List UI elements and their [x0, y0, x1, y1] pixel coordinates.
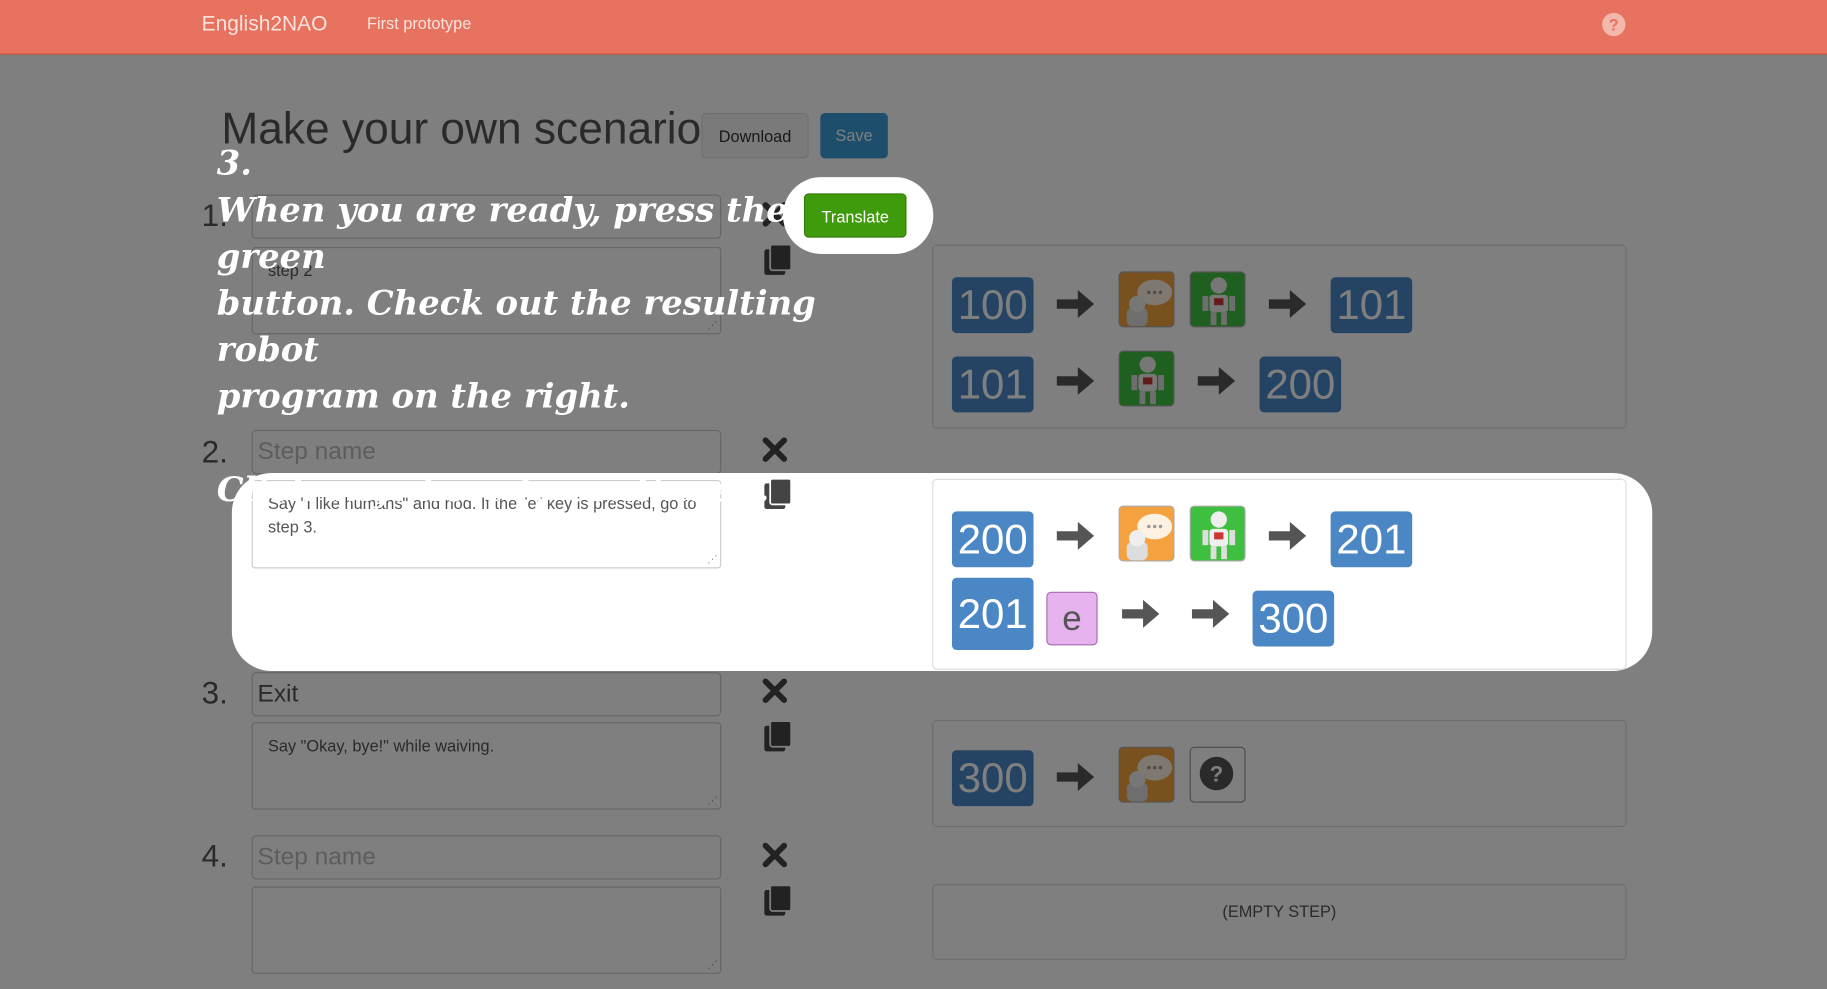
key-e-token: e [1046, 591, 1098, 646]
tutorial-message: 3. When you are ready, press the green b… [217, 140, 823, 513]
state-number-token: 200 [951, 511, 1034, 568]
nav-first-prototype[interactable]: First prototype [367, 14, 471, 33]
tutorial-continue: Click anywhere to continue... [216, 469, 770, 510]
robot-icon [1189, 505, 1246, 562]
tutorial-spacer [217, 419, 823, 466]
arrow-right-icon [1268, 521, 1307, 550]
tutorial-line: When you are ready, press the green [216, 189, 788, 277]
brand-link[interactable]: English2NAO [202, 12, 328, 36]
tutorial-step-number: 3. [216, 143, 253, 183]
resize-grip-icon[interactable]: ⋰ [707, 554, 717, 564]
arrow-right-icon [1122, 599, 1160, 628]
arrow-right-icon [1056, 521, 1095, 550]
state-number-token: 300 [1252, 590, 1335, 647]
tutorial-line: button. Check out the resulting robot [216, 283, 816, 370]
state-number-token: 201 [951, 577, 1034, 651]
program-box: 200 201 201 e 300 [932, 478, 1627, 670]
question-circle-icon[interactable]: ? [1602, 12, 1626, 37]
speech-bubble-icon [1118, 505, 1175, 562]
state-number-token: 201 [1330, 511, 1413, 568]
tutorial-line: program on the right. [216, 376, 631, 416]
navbar: English2NAO First prototype ? [0, 0, 1827, 55]
arrow-right-icon [1191, 599, 1230, 628]
stage: English2NAO First prototype ? Make your … [0, 0, 1827, 989]
